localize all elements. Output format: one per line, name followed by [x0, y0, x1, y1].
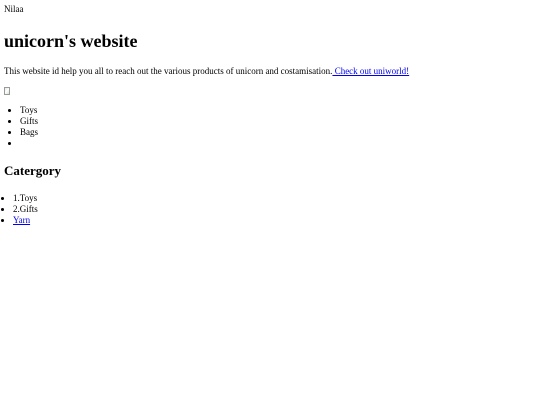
image-row: [4, 87, 536, 105]
broken-image-icon: [4, 87, 10, 96]
product-list: Toys Gifts Bags: [4, 105, 536, 149]
page: Nilaa unicorn's website This website id …: [0, 0, 540, 226]
page-title: unicorn's website: [4, 30, 138, 51]
category-item: Yarn: [13, 215, 536, 226]
category-heading: Catergory: [4, 163, 62, 179]
uniworld-link[interactable]: Check out uniworld!: [332, 66, 410, 76]
category-item: 1.Toys: [13, 193, 536, 204]
category-link-yarn[interactable]: Yarn: [13, 215, 30, 225]
product-item: Gifts: [20, 116, 536, 127]
product-item: Toys: [20, 105, 536, 116]
intro-paragraph: This website id help you all to reach ou…: [4, 66, 536, 77]
category-list: 1.Toys 2.Gifts Yarn: [4, 193, 536, 226]
product-item: Bags: [20, 127, 536, 138]
site-owner-name: Nilaa: [4, 4, 24, 14]
category-item: 2.Gifts: [13, 204, 536, 215]
product-item-empty: [20, 138, 536, 149]
intro-text: This website id help you all to reach ou…: [4, 66, 333, 77]
